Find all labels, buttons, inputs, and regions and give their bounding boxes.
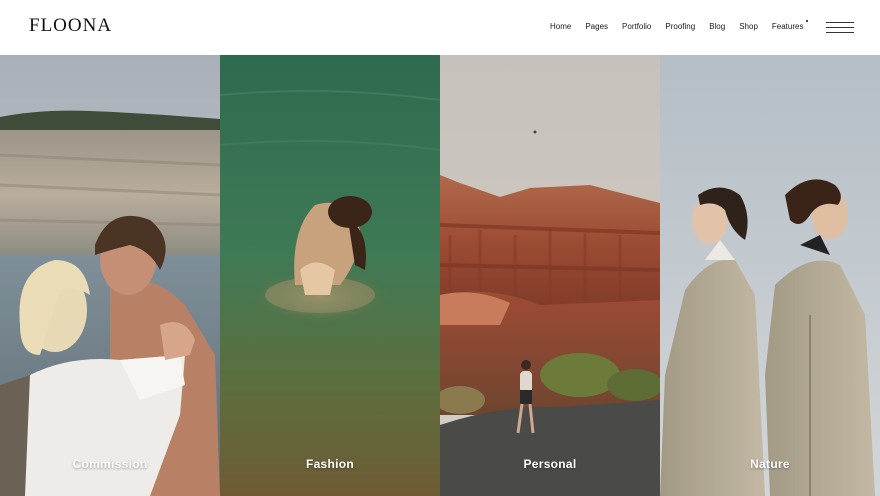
category-label-personal: Personal xyxy=(523,457,577,471)
nav-item-portfolio[interactable]: Portfolio xyxy=(622,22,651,31)
category-panel-fashion[interactable]: Fashion xyxy=(220,55,440,496)
category-panel-nature[interactable]: Nature xyxy=(660,55,880,496)
nav-item-shop[interactable]: Shop xyxy=(739,22,758,31)
personal-image xyxy=(440,55,660,496)
fashion-image xyxy=(220,55,440,496)
commission-image xyxy=(0,55,220,496)
main-nav: Home Pages Portfolio Proofing Blog Shop … xyxy=(550,20,809,31)
nature-image xyxy=(660,55,880,496)
category-panel-commission[interactable]: Commission xyxy=(0,55,220,496)
nav-item-pages[interactable]: Pages xyxy=(585,22,608,31)
site-header: FLOONA Home Pages Portfolio Proofing Blo… xyxy=(0,0,880,55)
nav-item-features[interactable]: Features xyxy=(771,20,809,31)
nav-item-home[interactable]: Home xyxy=(550,22,571,31)
category-panel-personal[interactable]: Personal xyxy=(440,55,660,496)
hamburger-line xyxy=(826,22,854,23)
category-label-fashion: Fashion xyxy=(305,457,355,471)
new-indicator-dot xyxy=(806,20,809,22)
hamburger-menu-icon[interactable] xyxy=(826,22,854,34)
nav-item-proofing[interactable]: Proofing xyxy=(665,22,695,31)
hamburger-line xyxy=(826,32,854,33)
category-label-nature: Nature xyxy=(750,457,790,471)
brand-logo[interactable]: FLOONA xyxy=(29,15,112,37)
hamburger-line xyxy=(826,27,854,28)
nav-item-features-label: Features xyxy=(771,22,804,31)
category-label-commission: Commission xyxy=(72,457,148,471)
nav-item-blog[interactable]: Blog xyxy=(709,22,725,31)
portfolio-category-grid: Commission Fashion Personal Nature xyxy=(0,55,880,496)
